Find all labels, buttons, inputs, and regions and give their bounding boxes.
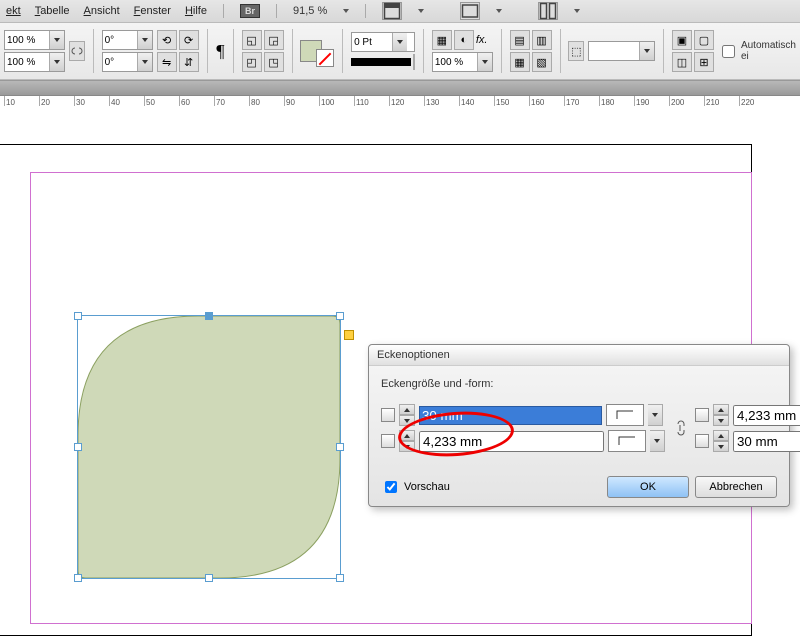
stroke-weight-input[interactable] <box>352 35 392 50</box>
separator <box>276 4 277 18</box>
corner-tl-shape[interactable] <box>606 404 644 426</box>
handle-tl[interactable] <box>74 312 82 320</box>
separator <box>223 4 224 18</box>
stepper-up-icon[interactable] <box>713 430 729 441</box>
effects-icon[interactable]: ▦ <box>432 30 452 50</box>
link-corners-icon[interactable] <box>673 416 687 440</box>
menu-hilfe[interactable]: Hilfe <box>185 5 207 17</box>
menu-tabelle[interactable]: Tabelle <box>35 5 70 17</box>
ok-button[interactable]: OK <box>607 476 689 498</box>
corner-tl-icon <box>381 408 395 422</box>
wrap-jump-icon[interactable]: ▧ <box>532 52 552 72</box>
wrap-bounding-icon[interactable]: ▥ <box>532 30 552 50</box>
flip-v-icon[interactable]: ⇵ <box>179 52 199 72</box>
scale-y-combo[interactable] <box>4 52 65 72</box>
fit-1-icon[interactable]: ▣ <box>672 30 692 50</box>
scale-y-input[interactable] <box>5 55 49 70</box>
live-corner-handle[interactable] <box>344 330 354 340</box>
zoom-level[interactable]: 91,5 % <box>293 5 327 17</box>
handle-tr[interactable] <box>336 312 344 320</box>
arrange-button[interactable] <box>538 2 558 20</box>
select-next-icon[interactable]: ◳ <box>264 52 284 72</box>
corner-br-input[interactable] <box>733 431 800 452</box>
screen-mode-button[interactable] <box>460 2 480 20</box>
handle-bl[interactable] <box>74 574 82 582</box>
handle-br[interactable] <box>336 574 344 582</box>
zoom-dropdown-icon[interactable] <box>343 9 349 13</box>
handle-ml[interactable] <box>74 443 82 451</box>
separator <box>365 4 366 18</box>
stepper-down-icon[interactable] <box>399 415 415 426</box>
fit-2-icon[interactable]: ▢ <box>694 30 714 50</box>
selection-box <box>77 315 341 579</box>
rotate-input[interactable] <box>103 33 137 48</box>
view-mode-button[interactable] <box>382 2 402 20</box>
corner-br-icon <box>695 434 709 448</box>
corner-bl-icon <box>381 434 395 448</box>
opacity-input[interactable] <box>433 55 477 70</box>
handle-mr[interactable] <box>336 443 344 451</box>
rotate-ccw-icon[interactable]: ⟲ <box>157 30 177 50</box>
rotate-combo[interactable] <box>102 30 153 50</box>
corner-tl-input[interactable] <box>419 406 602 425</box>
menu-ekt[interactable]: ekt <box>6 5 21 17</box>
wrap-shape-icon[interactable]: ▦ <box>510 52 530 72</box>
select-content-icon[interactable]: ◲ <box>264 30 284 50</box>
corner-input[interactable] <box>588 41 655 61</box>
handle-bc[interactable] <box>205 574 213 582</box>
corner-options-dialog: Eckenoptionen Eckengröße und -form: <box>368 344 790 507</box>
dropdown-icon[interactable] <box>418 9 424 13</box>
menu-ansicht[interactable]: Ansicht <box>84 5 120 17</box>
dropdown-icon[interactable] <box>496 9 502 13</box>
paragraph-style-icon[interactable]: ¶ <box>215 41 224 62</box>
handle-tc[interactable] <box>205 312 213 320</box>
frame-fit-icon[interactable]: ⬚ <box>568 41 584 61</box>
opacity-icon[interactable]: ◐ <box>454 30 474 50</box>
select-container-icon[interactable]: ◱ <box>242 30 262 50</box>
dropdown-icon[interactable] <box>574 9 580 13</box>
select-prev-icon[interactable]: ◰ <box>242 52 262 72</box>
preview-checkbox[interactable]: Vorschau <box>381 478 450 496</box>
menu-bar: ekt Tabelle Ansicht Fenster Hilfe Br 91,… <box>0 0 800 23</box>
no-fill-swatch[interactable] <box>316 49 334 67</box>
stroke-style[interactable] <box>351 58 411 66</box>
cancel-button[interactable]: Abbrechen <box>695 476 777 498</box>
shear-combo[interactable] <box>102 52 153 72</box>
control-panel: ⟲⟳ ⇋⇵ ¶ ◱◲ ◰◳ ▦◐fx. ▤▥ ▦▧ ⬚ ▣▢ ◫⊞ Automa… <box>0 23 800 80</box>
selected-object[interactable] <box>78 316 340 578</box>
dialog-title: Eckenoptionen <box>369 345 789 366</box>
shear-input[interactable] <box>103 55 137 70</box>
corner-bl-input[interactable] <box>419 431 604 452</box>
scale-x-input[interactable] <box>5 33 49 48</box>
stepper-down-icon[interactable] <box>713 415 729 426</box>
menu-fenster[interactable]: Fenster <box>134 5 171 17</box>
scale-x-combo[interactable] <box>4 30 65 50</box>
stepper-up-icon[interactable] <box>399 430 415 441</box>
link-scale-icon[interactable] <box>69 41 85 61</box>
auto-fit-checkbox[interactable]: Automatisch ei <box>718 40 796 62</box>
stepper-down-icon[interactable] <box>713 441 729 452</box>
fit-4-icon[interactable]: ⊞ <box>694 52 714 72</box>
rotate-cw-icon[interactable]: ⟳ <box>179 30 199 50</box>
bridge-icon[interactable]: Br <box>240 4 260 18</box>
corner-shape-dropdown-icon[interactable] <box>648 404 663 426</box>
grey-bar <box>0 80 800 96</box>
wrap-none-icon[interactable]: ▤ <box>510 30 530 50</box>
corner-tr-icon <box>695 408 709 422</box>
corner-tr-input[interactable] <box>733 405 800 426</box>
corner-shape-dropdown-icon[interactable] <box>650 430 665 452</box>
dialog-header: Eckengröße und -form: <box>381 378 777 390</box>
stepper-down-icon[interactable] <box>399 441 415 452</box>
stroke-weight-combo[interactable] <box>351 32 415 52</box>
opacity-combo[interactable] <box>432 52 493 72</box>
flip-h-icon[interactable]: ⇋ <box>157 52 177 72</box>
corner-bl-shape[interactable] <box>608 430 646 452</box>
fit-3-icon[interactable]: ◫ <box>672 52 692 72</box>
stepper-up-icon[interactable] <box>713 404 729 415</box>
stepper-up-icon[interactable] <box>399 404 415 415</box>
